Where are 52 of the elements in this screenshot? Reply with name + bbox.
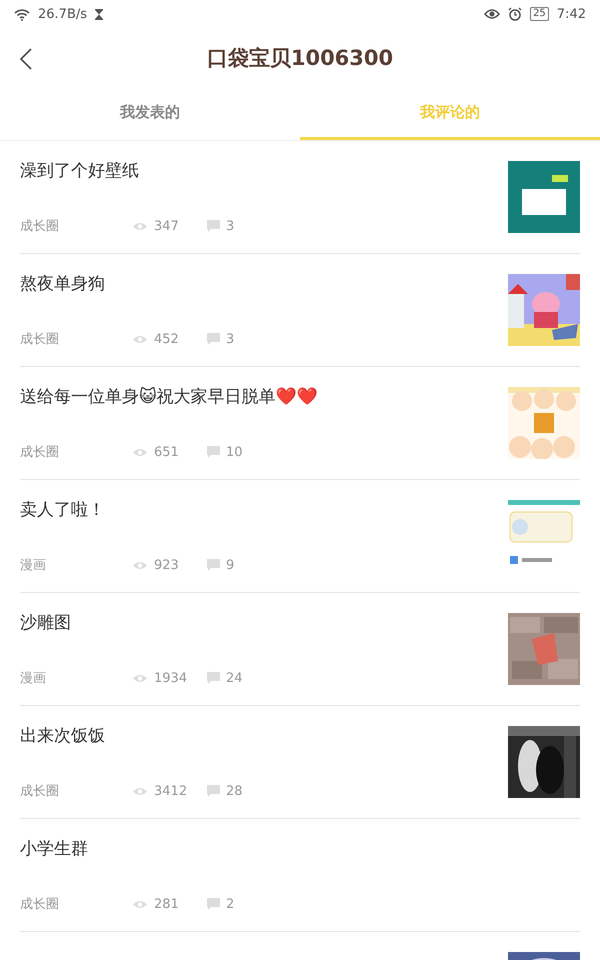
view-count: 281 xyxy=(154,896,179,912)
post-title[interactable]: 出来次饭饭 xyxy=(20,724,508,747)
comment-icon xyxy=(207,898,220,910)
hourglass-icon xyxy=(95,8,104,20)
eye-icon xyxy=(132,786,148,796)
comment-count: 3 xyxy=(226,218,234,234)
comment-icon xyxy=(207,333,220,345)
eye-icon xyxy=(132,446,148,458)
comment-count: 24 xyxy=(226,670,243,686)
alarm-icon xyxy=(508,7,522,21)
post-category: 漫画 xyxy=(20,670,47,687)
post-category: 成长圈 xyxy=(20,218,60,235)
battery-icon: 25 xyxy=(530,7,549,21)
post-category: 漫画 xyxy=(20,557,47,574)
post-title[interactable]: 熬夜单身狗 xyxy=(20,272,508,295)
post-category: 成长圈 xyxy=(20,896,60,913)
comment-icon xyxy=(207,446,220,458)
post-title[interactable]: 送给每一位单身😺祝大家早日脱单❤❤ xyxy=(20,385,508,408)
eye-icon xyxy=(132,672,148,684)
eye-icon xyxy=(132,898,148,910)
network-speed: 26.7B/s xyxy=(38,6,88,22)
eye-icon xyxy=(484,8,500,20)
comment-count: 3 xyxy=(226,332,234,346)
post-title[interactable]: 小学生群 xyxy=(20,837,580,860)
eye-icon xyxy=(132,560,148,570)
tab[interactable]: 我发表的 xyxy=(0,88,300,140)
wifi-icon xyxy=(14,8,30,20)
comment-icon xyxy=(207,785,220,797)
view-count: 1934 xyxy=(154,670,188,686)
comment-icon xyxy=(207,559,220,571)
eye-icon xyxy=(132,334,148,344)
view-count: 923 xyxy=(154,558,179,572)
comment-icon xyxy=(207,220,220,232)
post-title[interactable]: 卖人了啦！ xyxy=(20,498,508,521)
post-category: 成长圈 xyxy=(20,783,60,800)
view-count: 3412 xyxy=(154,784,188,798)
back-icon xyxy=(20,48,32,70)
post-title[interactable]: 澡到了个好壁纸 xyxy=(20,159,508,182)
comment-count: 2 xyxy=(226,896,234,912)
page-title: 口袋宝贝1006300 xyxy=(206,45,394,72)
view-count: 452 xyxy=(154,332,179,346)
comment-icon xyxy=(207,672,220,684)
comment-count: 9 xyxy=(226,558,234,572)
clock: 7:42 xyxy=(556,6,586,22)
eye-icon xyxy=(132,220,148,232)
post-category: 成长圈 xyxy=(20,444,60,461)
post-category: 成长圈 xyxy=(20,331,60,348)
comment-count: 28 xyxy=(226,784,243,798)
view-count: 651 xyxy=(154,444,179,460)
comment-count: 10 xyxy=(226,444,243,460)
post-title[interactable]: 沙雕图 xyxy=(20,611,508,634)
view-count: 347 xyxy=(154,218,179,234)
